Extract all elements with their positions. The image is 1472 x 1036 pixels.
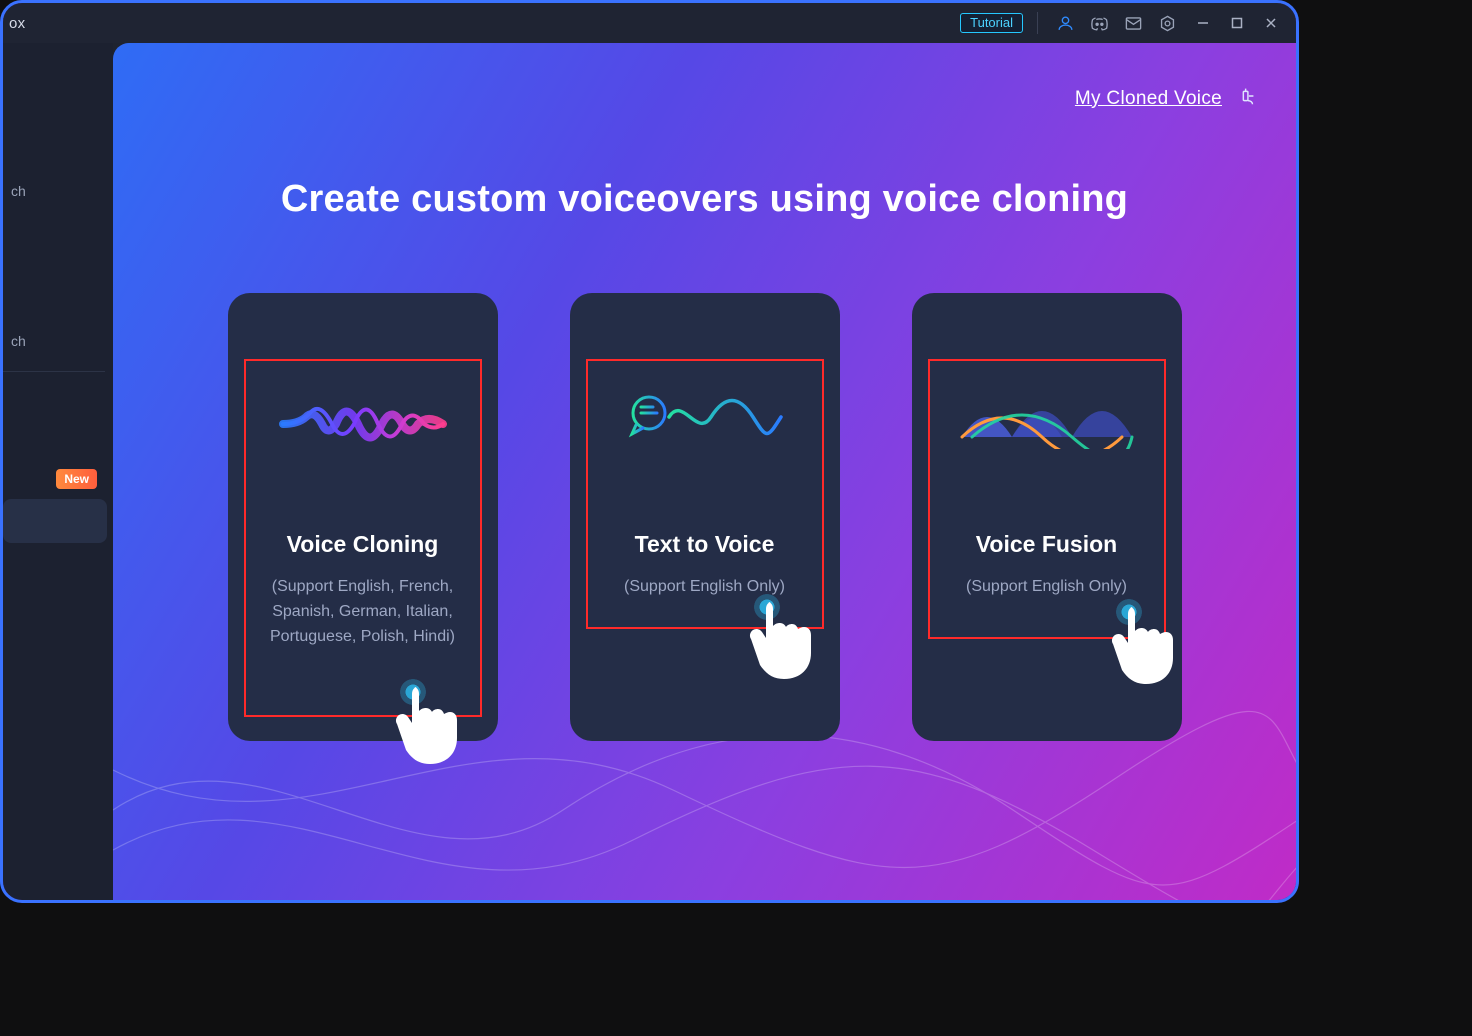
pointer-hand-icon xyxy=(1102,593,1207,698)
sidebar-item[interactable]: ch xyxy=(3,169,107,213)
pointer-hand-icon xyxy=(386,673,491,778)
close-button[interactable] xyxy=(1256,8,1286,38)
pointer-hand-icon xyxy=(740,588,845,693)
main-panel: My Cloned Voice Create custom voiceovers… xyxy=(113,43,1296,900)
sidebar-item[interactable]: ch xyxy=(3,319,107,363)
sidebar-item-label: ch xyxy=(11,333,26,349)
app-window: ox Tutorial ch xyxy=(0,0,1299,903)
my-cloned-voice-link[interactable]: My Cloned Voice xyxy=(1075,88,1222,110)
sidebar-item-label: ch xyxy=(11,183,26,199)
card-subtitle: (Support English Only) xyxy=(588,575,822,600)
feedback-icon[interactable] xyxy=(1236,85,1258,112)
voice-cloning-card[interactable]: Voice Cloning (Support English, French, … xyxy=(228,293,498,741)
mail-icon[interactable] xyxy=(1120,10,1146,36)
minimize-button[interactable] xyxy=(1188,8,1218,38)
card-title: Text to Voice xyxy=(570,531,840,558)
card-subtitle: (Support English, French, Spanish, Germa… xyxy=(246,575,480,649)
card-row: Voice Cloning (Support English, French, … xyxy=(113,293,1296,741)
top-links: My Cloned Voice xyxy=(1075,85,1258,112)
card-title: Voice Cloning xyxy=(228,531,498,558)
new-badge: New xyxy=(56,469,97,489)
voice-fusion-card[interactable]: Voice Fusion (Support English Only) xyxy=(912,293,1182,741)
page-headline: Create custom voiceovers using voice clo… xyxy=(113,178,1296,221)
tutorial-button[interactable]: Tutorial xyxy=(960,13,1023,33)
voice-fusion-icon xyxy=(912,389,1182,459)
settings-hex-icon[interactable] xyxy=(1154,10,1180,36)
card-title: Voice Fusion xyxy=(912,531,1182,558)
sidebar-divider xyxy=(3,371,105,372)
card-subtitle: (Support English Only) xyxy=(930,575,1164,600)
tutorial-label: Tutorial xyxy=(970,15,1013,30)
account-icon[interactable] xyxy=(1052,10,1078,36)
text-to-voice-card[interactable]: Text to Voice (Support English Only) xyxy=(570,293,840,741)
voice-cloning-wave-icon xyxy=(228,389,498,459)
sidebar: ch ch New xyxy=(3,43,113,900)
titlebar: ox Tutorial xyxy=(3,3,1296,43)
text-to-voice-icon xyxy=(570,389,840,459)
titlebar-divider xyxy=(1037,12,1038,34)
app-title: ox xyxy=(9,15,25,32)
sidebar-item[interactable]: New xyxy=(3,457,107,501)
sidebar-item-active[interactable] xyxy=(3,499,107,543)
discord-icon[interactable] xyxy=(1086,10,1112,36)
maximize-button[interactable] xyxy=(1222,8,1252,38)
